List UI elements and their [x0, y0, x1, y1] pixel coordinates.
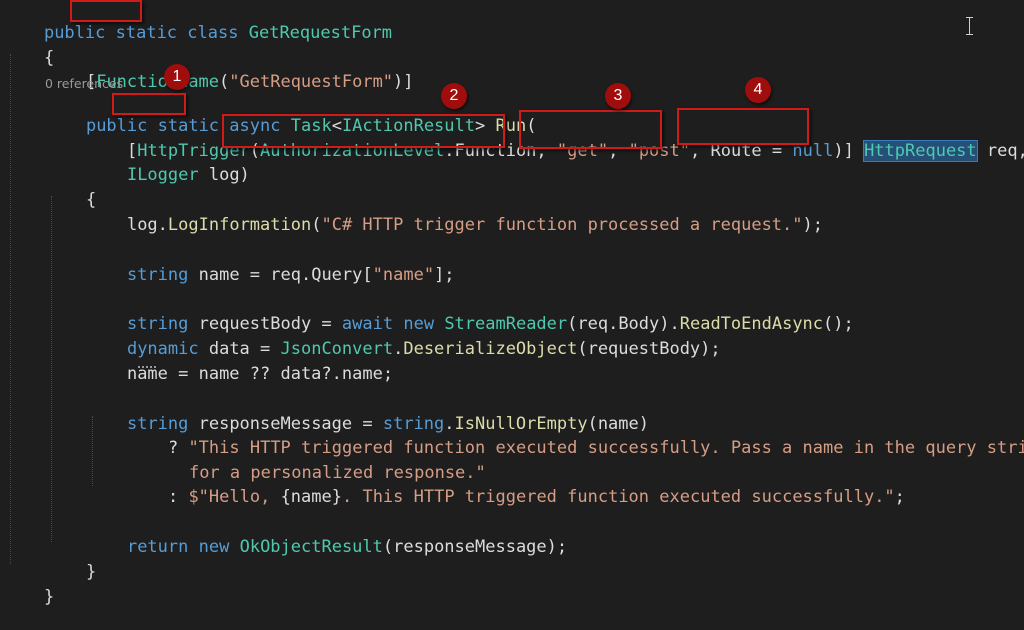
keyword-static: static — [115, 23, 178, 43]
code-editor[interactable]: public static class GetRequestForm { [Fu… — [0, 0, 1024, 607]
highlight-box-http-methods — [519, 110, 662, 149]
code-line-3: [FunctionName("GetRequestForm")] — [85, 72, 414, 92]
code-line-10: string requestBody = await new StreamRea… — [126, 314, 854, 334]
highlight-box-route — [677, 108, 809, 145]
code-line-19: } — [43, 587, 55, 607]
selected-text-httprequest[interactable]: HttpRequest — [863, 140, 978, 162]
code-line-16: : $"Hello, {name}. This HTTP triggered f… — [167, 487, 905, 507]
code-line-17: return new OkObjectResult(responseMessag… — [126, 537, 568, 557]
code-line-7: { — [85, 190, 97, 210]
code-line-13: string responseMessage = string.IsNullOr… — [126, 414, 649, 434]
code-line-14: ? "This HTTP triggered function executed… — [167, 438, 1024, 458]
annotation-badge-2: 2 — [441, 83, 467, 109]
code-line-11: dynamic data = JsonConvert.DeserializeOb… — [126, 339, 721, 359]
code-line-15: for a personalized response." — [188, 463, 486, 483]
code-line-9: string name = req.Query["name"]; — [126, 265, 455, 285]
indent-guide — [51, 196, 52, 542]
highlight-box-static-class — [70, 0, 142, 22]
suggestion-dots[interactable] — [138, 362, 156, 368]
highlight-box-authorization-level — [222, 114, 505, 148]
highlight-box-static-method — [112, 93, 186, 115]
code-line-2: { — [43, 48, 55, 68]
ibeam-cursor-icon — [966, 17, 974, 35]
annotation-badge-1: 1 — [164, 64, 190, 90]
code-line-1: public static class GetRequestForm — [3, 0, 392, 43]
annotation-badge-3: 3 — [605, 83, 631, 109]
code-line-12: name = name ?? data?.name; — [126, 364, 394, 384]
codelens-references[interactable]: 0 references — [45, 75, 123, 93]
code-line-8: log.LogInformation("C# HTTP trigger func… — [126, 215, 823, 235]
class-name: GetRequestForm — [248, 23, 393, 43]
keyword-class: class — [187, 23, 239, 43]
annotation-badge-4: 4 — [745, 77, 771, 103]
code-line-18: } — [85, 562, 97, 582]
indent-guide — [10, 54, 11, 564]
